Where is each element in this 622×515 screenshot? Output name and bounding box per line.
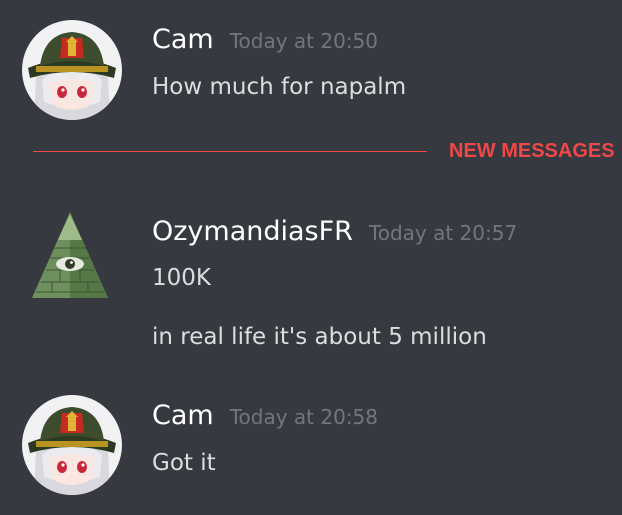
message-header: Cam Today at 20:50 [152, 24, 378, 55]
message-header: OzymandiasFR Today at 20:57 [152, 216, 517, 247]
username[interactable]: Cam [152, 400, 214, 431]
timestamp[interactable]: Today at 20:50 [230, 29, 378, 53]
message-text: in real life it's about 5 million [152, 324, 487, 350]
timestamp[interactable]: Today at 20:57 [369, 221, 517, 245]
message-text: 100K [152, 265, 211, 291]
timestamp[interactable]: Today at 20:58 [230, 405, 378, 429]
chat-message-list: Cam Today at 20:50 How much for napalm NE… [0, 0, 622, 515]
message-header: Cam Today at 20:58 [152, 400, 378, 431]
message-text: How much for napalm [152, 74, 407, 100]
message-text: Got it [152, 450, 216, 476]
anime-officer-avatar-icon [22, 395, 122, 495]
anime-officer-avatar-icon [22, 20, 122, 120]
username[interactable]: Cam [152, 24, 214, 55]
new-messages-label: NEW MESSAGES [449, 140, 615, 162]
avatar[interactable] [22, 20, 122, 120]
illuminati-pyramid-icon [32, 212, 108, 298]
avatar[interactable] [22, 395, 122, 495]
username[interactable]: OzymandiasFR [152, 216, 353, 247]
new-messages-divider-line [33, 151, 427, 152]
avatar[interactable] [30, 210, 110, 300]
